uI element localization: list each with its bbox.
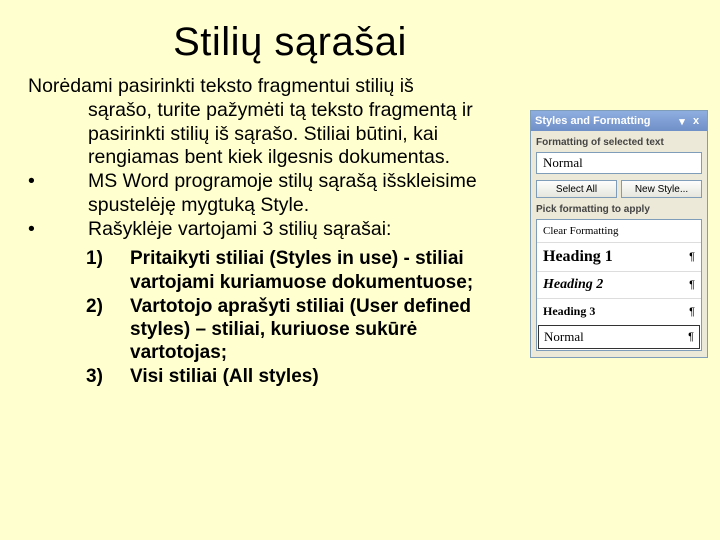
label-current-formatting: Formatting of selected text [536,137,702,148]
paragraph-icon: ¶ [688,331,694,343]
paragraph-icon: ¶ [689,279,695,291]
numbered-text: Visi stiliai (All styles) [130,365,510,388]
dropdown-icon[interactable]: ▾ [675,115,689,128]
lead-line: Norėdami pasirinkti teksto fragmentui st… [88,75,510,99]
pane-title-text: Styles and Formatting [535,115,675,127]
numbered-list: 1) Pritaikyti stiliai (Styles in use) - … [86,247,510,388]
button-row: Select All New Style... [536,180,702,198]
close-icon[interactable]: x [689,115,703,127]
paragraph-lead: Norėdami pasirinkti teksto fragmentui st… [28,75,510,170]
number-marker: 3) [86,365,130,388]
style-item-label: Heading 2 [543,277,603,293]
style-item-label: Normal [544,329,584,345]
bullet-item-2: • Rašyklėje vartojami 3 stilių sąrašai: [28,218,510,242]
styles-pane: Styles and Formatting ▾ x Formatting of … [530,110,708,358]
page-title: Stilių sąrašai [0,0,520,75]
style-item-normal[interactable]: Normal ¶ [538,325,700,349]
style-item-clear[interactable]: Clear Formatting [537,220,701,242]
style-item-heading1[interactable]: Heading 1 ¶ [537,242,701,271]
numbered-item-3: 3) Visi stiliai (All styles) [86,365,510,388]
style-item-heading2[interactable]: Heading 2 ¶ [537,271,701,298]
number-marker: 2) [86,295,130,365]
bullet-text: MS Word programoje stilų sąrašą išskleis… [88,170,510,218]
bullet-marker: • [28,170,88,218]
styles-list: Clear Formatting Heading 1 ¶ Heading 2 ¶… [536,219,702,351]
label-pick-formatting: Pick formatting to apply [536,204,702,215]
current-style-field[interactable]: Normal [536,152,702,174]
bullet-text: Rašyklėje vartojami 3 stilių sąrašai: [88,218,510,242]
number-marker: 1) [86,247,130,293]
style-item-label: Heading 1 [543,248,613,266]
style-item-label: Clear Formatting [543,225,618,237]
style-item-heading3[interactable]: Heading 3 ¶ [537,298,701,324]
bullet-item-1: • MS Word programoje stilų sąrašą išskle… [28,170,510,218]
paragraph-icon: ¶ [689,251,695,263]
numbered-text: Pritaikyti stiliai (Styles in use) - sti… [130,247,510,293]
numbered-text: Vartotojo aprašyti stiliai (User defined… [130,295,510,365]
pane-body: Formatting of selected text Normal Selec… [531,131,707,357]
select-all-button[interactable]: Select All [536,180,617,198]
new-style-button[interactable]: New Style... [621,180,702,198]
style-item-label: Heading 3 [543,304,595,319]
numbered-item-1: 1) Pritaikyti stiliai (Styles in use) - … [86,247,510,293]
numbered-item-2: 2) Vartotojo aprašyti stiliai (User defi… [86,295,510,365]
pane-titlebar: Styles and Formatting ▾ x [531,111,707,131]
main-text: Norėdami pasirinkti teksto fragmentui st… [0,75,520,389]
current-style-value: Normal [543,155,583,171]
paragraph-icon: ¶ [689,306,695,318]
bullet-marker: • [28,218,88,242]
lead-rest: sąrašo, turite pažymėti tą teksto fragme… [88,99,510,170]
